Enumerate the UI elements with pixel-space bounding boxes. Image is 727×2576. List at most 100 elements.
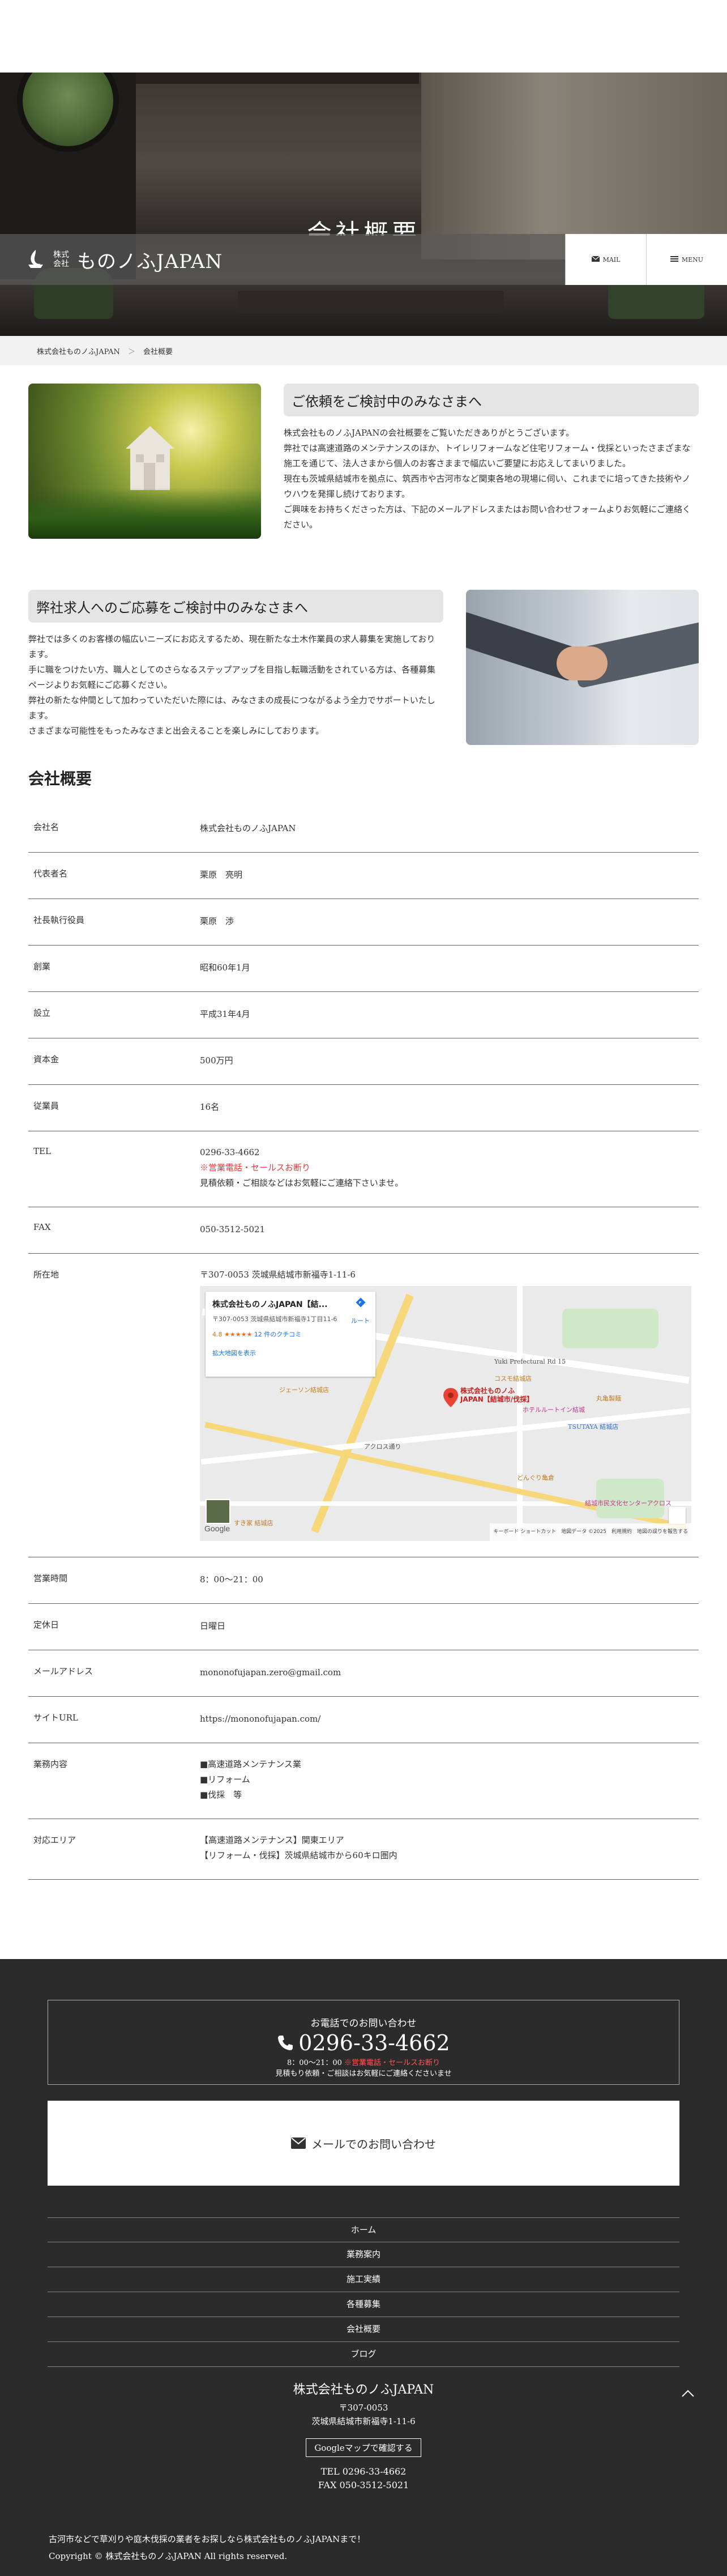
- header-buttons: MAIL MENU: [565, 234, 727, 285]
- footer-mail-label: メールでのお問い合わせ: [311, 2137, 436, 2151]
- map-poi: TSUTAYA 結城店: [568, 1423, 619, 1430]
- footer-nav-company[interactable]: 会社概要: [48, 2317, 679, 2342]
- row-label: 創業: [33, 961, 51, 972]
- tel-number[interactable]: 0296-33-4662: [200, 1145, 699, 1160]
- intro-clients: ご依頼をご検討中のみなさまへ 株式会社ものノふJAPANの会社概要をご覧いただき…: [28, 384, 699, 539]
- row-label: 社長執行役員: [33, 915, 85, 925]
- row-value: 株式会社ものノふJAPAN: [200, 823, 296, 833]
- tel-warning: ※営業電話・セールスお断り: [200, 1163, 311, 1173]
- footer-nav-works[interactable]: 施工実績: [48, 2267, 679, 2292]
- map-rating-stars: ★★★★★: [224, 1331, 253, 1338]
- logo-name: ものノふJAPAN: [77, 250, 223, 273]
- menu-button[interactable]: MENU: [646, 234, 727, 285]
- map-pin-label: 株式会社ものノふ JAPAN【結城市/伐採】: [460, 1387, 533, 1404]
- intro-clients-line: ご興味をお持ちくださった方は、下記のメールアドレスまたはお問い合わせフォームより…: [284, 504, 691, 530]
- map-pin-label-2: JAPAN【結城市/伐採】: [460, 1395, 534, 1403]
- table-row: メールアドレス mononofujapan.zero@gmail.com: [28, 1650, 699, 1697]
- intro-clients-text: ご依頼をご検討中のみなさまへ 株式会社ものノふJAPANの会社概要をご覧いただき…: [284, 384, 699, 539]
- mail-button[interactable]: MAIL: [565, 234, 646, 285]
- logo-sub-1: 株式: [53, 250, 69, 259]
- google-map-button[interactable]: Googleマップで確認する: [306, 2438, 421, 2457]
- footer-bottom: 古河市などで草刈りや庭木伐採の業者をお探しなら株式会社ものノふJAPANまで！ …: [0, 2492, 727, 2576]
- footer-nav-recruit[interactable]: 各種募集: [48, 2292, 679, 2317]
- footer-tel-box[interactable]: お電話でのお問い合わせ 0296-33-4662 8：00〜21：00 ※営業電…: [48, 2000, 679, 2085]
- copyright: Copyright © 株式会社ものノふJAPAN All rights res…: [49, 2551, 288, 2561]
- map-satellite-toggle[interactable]: [206, 1499, 230, 1524]
- handshake-hands: [557, 646, 608, 680]
- map-poi: ホテルルートイン結城: [523, 1406, 585, 1413]
- map-pin-label-1: 株式会社ものノふ: [460, 1387, 515, 1395]
- table-row: 会社名 株式会社ものノふJAPAN: [28, 806, 699, 853]
- intro-clients-title: ご依頼をご検討中のみなさまへ: [284, 384, 699, 416]
- table-row: 創業 昭和60年1月: [28, 946, 699, 992]
- intro-recruit-line: 弊社では多くのお客様の幅広いニーズにお応えするため、現在新たな土木作業員の求人募…: [28, 634, 435, 659]
- row-label: 会社名: [33, 822, 59, 832]
- row-label: FAX: [33, 1222, 51, 1232]
- handshake-image: [466, 590, 699, 745]
- footer-tel-note: 見積もり依頼・ご相談はお気軽にご連絡くださいませ: [275, 2070, 452, 2078]
- hamburger-icon: [670, 256, 678, 263]
- table-row: FAX 050-3512-5021: [28, 1207, 699, 1254]
- row-label: 従業員: [33, 1101, 59, 1111]
- footer-mail-button[interactable]: メールでのお問い合わせ: [48, 2101, 679, 2186]
- google-map[interactable]: コスモ結城店 ジェーソン結城店 TSUTAYA 結城店 ホテルルートイン結城 ど…: [200, 1286, 691, 1541]
- site-logo[interactable]: 株式 会社 ものノふJAPAN: [0, 246, 223, 274]
- breadcrumb-home[interactable]: 株式会社ものノふJAPAN: [37, 346, 120, 356]
- map-reviews-link[interactable]: 12 件のクチコミ: [254, 1331, 302, 1338]
- hero-banner: 会社概要 株式 会社 ものノふJAPAN MAIL MENU: [0, 73, 727, 336]
- map-route-button[interactable]: ルート: [351, 1297, 370, 1329]
- company-table: 会社名 株式会社ものノふJAPAN 代表者名 栗原 亮明 社長執行役員 栗原 渉…: [28, 806, 699, 1880]
- footer-tel-number[interactable]: 0296-33-4662: [48, 2030, 679, 2055]
- map-info-card: 株式会社ものノふJAPAN【結... 〒307-0053 茨城県結城市新福寺1丁…: [206, 1292, 375, 1377]
- map-fullscreen-button[interactable]: [669, 1507, 686, 1524]
- intro-recruit-line: 手に職をつけたい方、職人としてのさらなるステップアップを目指し転職活動をされてい…: [28, 665, 436, 690]
- map-attribution[interactable]: キーボード ショートカット 地図データ ©2025 利用規約 地図の誤りを報告す…: [490, 1523, 691, 1541]
- intro-recruit-line: 弊社の新たな仲間として加わっていただいた際には、みなさまの成長につながるよう全力…: [28, 695, 435, 721]
- intro-clients-line: 弊社では高速道路のメンテナンスのほか、トイレリフォームなど住宅リフォーム・伐採と…: [284, 443, 691, 469]
- intro-recruit-line: さまざまな可能性をもったみなさまと出会えることを楽しみにしております。: [28, 726, 324, 736]
- table-row: 資本金 500万円: [28, 1038, 699, 1085]
- address-text: 〒307-0053 茨城県結城市新福寺1-11-6: [200, 1270, 356, 1280]
- footer-nav-services[interactable]: 業務案内: [48, 2242, 679, 2267]
- row-value: 栗原 渉: [200, 916, 234, 926]
- row-label: 代表者名: [33, 868, 68, 879]
- business-item: ■リフォーム: [200, 1774, 250, 1785]
- row-value: 0296-33-4662 ※営業電話・セールスお断り 見積依頼・ご相談などはお気…: [200, 1131, 699, 1207]
- table-row: 所在地 〒307-0053 茨城県結城市新福寺1-11-6 コスモ結城店 ジェー…: [28, 1254, 699, 1557]
- map-poi: ジェーソン結城店: [279, 1386, 329, 1394]
- map-poi: 丸亀製麺: [596, 1395, 621, 1402]
- footer-tel-number-text: 0296-33-4662: [298, 2030, 450, 2055]
- row-label: サイトURL: [33, 1713, 78, 1723]
- footer-contact: TEL 0296-33-4662 FAX 050-3512-5021: [0, 2465, 727, 2492]
- intro-recruit-title: 弊社求人へのご応募をご検討中のみなさまへ: [28, 590, 443, 623]
- row-value[interactable]: mononofujapan.zero@gmail.com: [200, 1650, 699, 1696]
- footer-nav-home[interactable]: ホーム: [48, 2217, 679, 2242]
- footer-company-name: 株式会社ものノふJAPAN: [293, 2383, 434, 2397]
- table-row: 営業時間 8：00〜21：00: [28, 1557, 699, 1604]
- row-label: 所在地: [33, 1270, 59, 1280]
- row-value: 日曜日: [200, 1621, 226, 1631]
- directions-icon: [356, 1297, 365, 1308]
- mail-icon: [591, 256, 600, 263]
- house-model-icon: [126, 426, 174, 490]
- row-value: 500万円: [200, 1055, 233, 1066]
- hero-table: [238, 291, 504, 313]
- row-value: 平成31年4月: [200, 1009, 250, 1019]
- footer-tel[interactable]: TEL 0296-33-4662: [0, 2465, 727, 2479]
- intro-clients-line: 現在も茨城県結城市を拠点に、筑西市や古河市など関東各地の現場に伺い、これまでに培…: [284, 474, 691, 499]
- row-value[interactable]: https://mononofujapan.com/: [200, 1697, 699, 1743]
- table-row: 従業員 16名: [28, 1085, 699, 1131]
- page-top-chevron-icon[interactable]: [679, 2385, 696, 2402]
- map-pin-icon[interactable]: [443, 1388, 458, 1407]
- footer-nav-blog[interactable]: ブログ: [48, 2342, 679, 2367]
- row-value: 8：00〜21：00: [200, 1574, 263, 1585]
- row-value: 050-3512-5021: [200, 1224, 266, 1234]
- breadcrumb-current: 会社概要: [143, 347, 173, 356]
- table-row: 設立 平成31年4月: [28, 992, 699, 1038]
- footer-company-info: 株式会社ものノふJAPAN 〒307-0053 茨城県結城市新福寺1-11-6 …: [0, 2379, 727, 2492]
- logo-mark-icon: [24, 248, 48, 271]
- map-poi: 結城市民文化センターアクロス: [585, 1500, 672, 1507]
- outline-heading: 会社概要: [28, 769, 92, 788]
- intro-recruit: 弊社求人へのご応募をご検討中のみなさまへ 弊社では多くのお客様の幅広いニーズにお…: [28, 590, 699, 745]
- map-enlarge-link[interactable]: 拡大地図を表示: [212, 1346, 369, 1361]
